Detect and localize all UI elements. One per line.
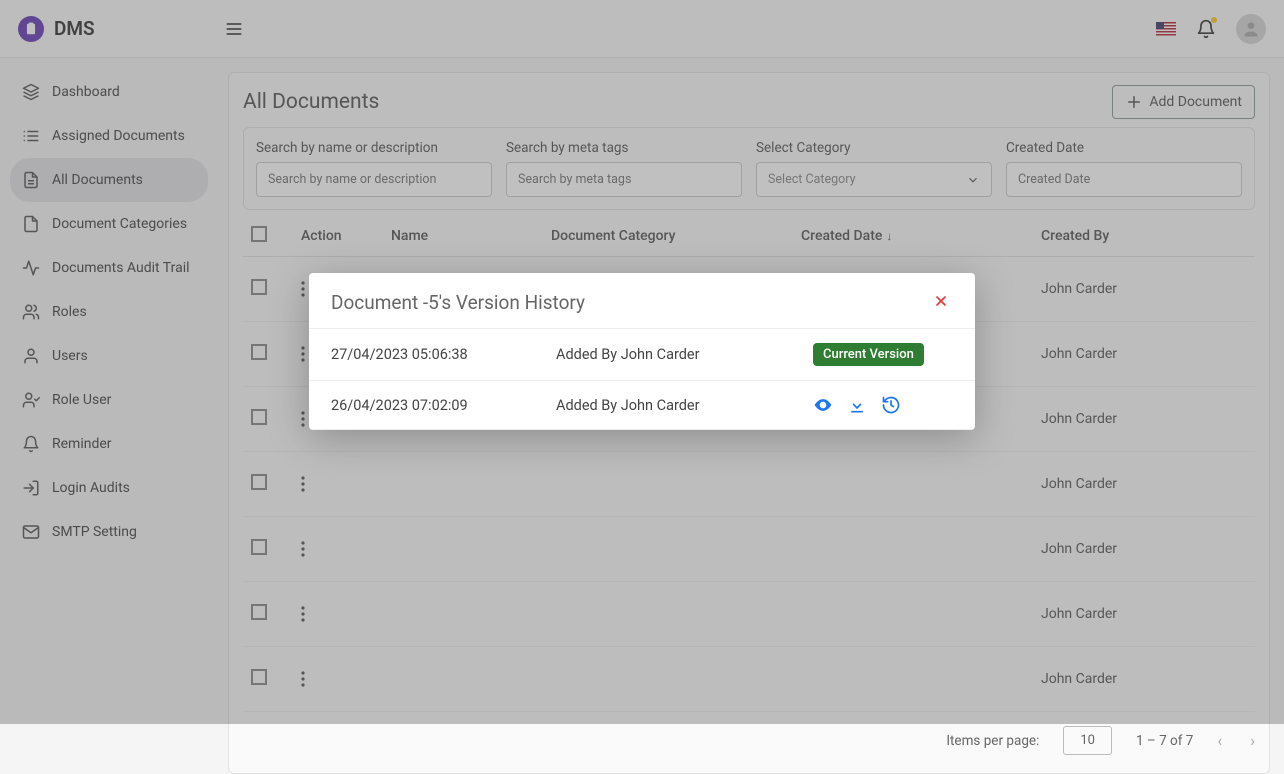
version-row: 27/04/2023 05:06:38 Added By John Carder… (309, 329, 975, 381)
version-row: 26/04/2023 07:02:09 Added By John Carder (309, 381, 975, 430)
download-version-button[interactable] (847, 395, 867, 415)
restore-version-button[interactable] (881, 395, 901, 415)
version-added-by: Added By John Carder (556, 397, 813, 414)
close-icon (933, 293, 949, 309)
next-page-button[interactable]: › (1250, 731, 1255, 750)
current-version-badge: Current Version (813, 343, 924, 366)
dialog-close-button[interactable] (929, 291, 953, 311)
version-added-by: Added By John Carder (556, 346, 813, 363)
version-history-dialog: Document -5's Version History 27/04/2023… (309, 273, 975, 430)
items-per-page-select[interactable]: 10 (1063, 726, 1112, 755)
view-version-button[interactable] (813, 395, 833, 415)
version-date: 27/04/2023 05:06:38 (331, 346, 556, 363)
items-per-page-label: Items per page: (946, 733, 1039, 749)
modal-overlay[interactable]: Document -5's Version History 27/04/2023… (0, 0, 1284, 724)
dialog-title: Document -5's Version History (331, 291, 585, 314)
version-date: 26/04/2023 07:02:09 (331, 397, 556, 414)
pagination: Items per page: 10 1 – 7 of 7 ‹ › (243, 726, 1255, 755)
pagination-range: 1 – 7 of 7 (1136, 733, 1193, 749)
previous-page-button[interactable]: ‹ (1217, 731, 1222, 750)
